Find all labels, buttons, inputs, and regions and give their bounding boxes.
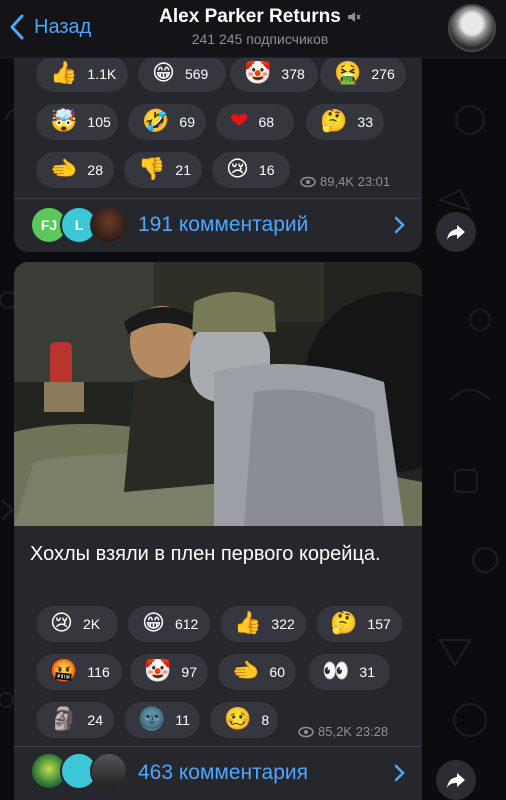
reaction-emoji: 🥴 (224, 707, 252, 732)
reaction-chip[interactable]: 🫲 28 (36, 152, 114, 188)
reaction-count: 68 (258, 114, 275, 130)
reaction-count: 16 (258, 162, 275, 178)
reaction-emoji: 🤔 (330, 611, 358, 636)
comments-count: 191 комментарий (138, 213, 309, 236)
reaction-chip[interactable]: 😁 569 (138, 56, 226, 92)
reaction-chip[interactable]: 🤔 157 (316, 606, 402, 642)
reaction-count: 569 (184, 66, 209, 82)
reaction-count: 33 (357, 114, 373, 130)
share-arrow-icon (447, 773, 465, 788)
reaction-count: 28 (87, 162, 103, 178)
eye-icon (298, 726, 314, 737)
eye-icon (300, 176, 316, 187)
reaction-emoji: 🤔 (320, 109, 348, 134)
reaction-count: 2K (82, 616, 101, 632)
reaction-emoji: 👎 (138, 157, 166, 182)
reaction-emoji: 🌚 (138, 707, 166, 732)
commenter-avatar (90, 752, 128, 790)
reaction-count: 276 (371, 66, 395, 82)
reaction-emoji: 😢 (50, 611, 73, 636)
reaction-chip[interactable]: 😁 612 (128, 606, 210, 642)
reaction-count: 612 (174, 616, 199, 632)
back-label: Назад (34, 15, 92, 38)
reaction-count: 21 (175, 162, 191, 178)
comments-button[interactable]: 463 комментария (14, 746, 422, 800)
photo-content (14, 262, 422, 526)
reaction-chip[interactable]: 🤡 378 (230, 56, 318, 92)
reaction-chip[interactable]: 🗿 24 (36, 702, 114, 738)
reaction-count: 8 (261, 712, 270, 728)
reaction-count: 24 (87, 712, 103, 728)
reaction-count: 322 (271, 616, 295, 632)
reaction-chip[interactable]: ❤ 68 (216, 104, 294, 140)
reaction-count: 116 (87, 664, 110, 680)
comments-button[interactable]: FJ L 191 комментарий (14, 198, 422, 252)
post-photo[interactable] (14, 262, 422, 526)
reaction-chip[interactable]: 🤬 116 (36, 654, 122, 690)
reaction-chip[interactable]: 🤣 69 (128, 104, 206, 140)
reaction-emoji: 😁 (142, 611, 165, 636)
post-meta: 89,4K 23:01 (300, 174, 390, 189)
reaction-emoji: 🤡 (144, 659, 172, 684)
back-button[interactable]: Назад (8, 14, 91, 40)
reaction-count: 69 (179, 114, 195, 130)
reaction-emoji: 🤬 (50, 659, 78, 684)
reaction-count: 97 (181, 664, 197, 680)
reaction-emoji: 😁 (152, 61, 175, 86)
reaction-count: 157 (367, 616, 391, 632)
views-time: 89,4K 23:01 (320, 174, 391, 189)
reaction-emoji: 👀 (322, 659, 350, 684)
reaction-chip[interactable]: 😢 2K (36, 606, 118, 642)
reaction-emoji: 🫲 (50, 157, 78, 182)
share-button[interactable] (436, 212, 476, 252)
share-button[interactable] (436, 760, 476, 800)
reaction-emoji: 🤡 (244, 61, 272, 86)
message-bubble: Хохлы взяли в плен первого корейца. 😢 2K … (14, 262, 422, 800)
reaction-chip[interactable]: 👍 1.1K (36, 56, 128, 92)
reaction-chip[interactable]: 👀 31 (308, 654, 390, 690)
avatar-initials: FJ (40, 217, 58, 233)
reaction-emoji: 👍 (50, 61, 78, 86)
reaction-count: 31 (359, 664, 375, 680)
comments-count: 463 комментария (138, 761, 308, 784)
reaction-chip[interactable]: 🤡 97 (130, 654, 208, 690)
reaction-chip[interactable]: 🥴 8 (210, 702, 278, 738)
reaction-count: 378 (281, 66, 305, 82)
reaction-chip[interactable]: 👎 21 (124, 152, 202, 188)
reaction-count: 1.1K (87, 66, 117, 82)
reaction-chip[interactable]: 🤔 33 (306, 104, 384, 140)
post-caption: Хохлы взяли в плен первого корейца. (30, 543, 381, 565)
subscriber-count: 241 245 подписчиков (191, 31, 329, 47)
reaction-chip[interactable]: 🤯 105 (36, 104, 118, 140)
reaction-emoji: 🫲 (232, 659, 260, 684)
channel-info[interactable]: Alex Parker Returns 241 245 подписчиков (120, 6, 400, 47)
views-time: 85,2K 23:28 (318, 724, 389, 739)
reaction-chip[interactable]: 🫲 60 (218, 654, 296, 690)
reaction-count: 11 (175, 712, 190, 728)
reaction-emoji: 🤮 (334, 61, 362, 86)
post-meta: 85,2K 23:28 (298, 724, 388, 739)
muted-speaker-icon (347, 12, 361, 22)
reaction-emoji: 😢 (226, 157, 249, 182)
reaction-emoji: 👍 (234, 611, 262, 636)
reaction-chip[interactable]: 😢 16 (212, 152, 290, 188)
reaction-emoji: 🤣 (142, 109, 170, 134)
reaction-chip[interactable]: 🌚 11 (124, 702, 200, 738)
reaction-chip[interactable]: 👍 322 (220, 606, 306, 642)
channel-name: Alex Parker Returns (159, 6, 341, 27)
reaction-chip[interactable]: 🤮 276 (320, 56, 406, 92)
share-arrow-icon (447, 225, 465, 240)
reaction-count: 105 (87, 114, 111, 130)
channel-avatar[interactable] (448, 4, 496, 52)
commenter-avatar (90, 206, 128, 244)
reaction-emoji: 🗿 (50, 707, 78, 732)
reaction-count: 60 (269, 664, 285, 680)
reaction-emoji: ❤ (230, 109, 249, 134)
reaction-emoji: 🤯 (50, 109, 78, 134)
avatar-initials: L (74, 217, 84, 233)
chevron-right-icon (394, 764, 405, 782)
chevron-left-icon (10, 14, 24, 40)
chat-header: Назад Alex Parker Returns 241 245 подпис… (0, 0, 506, 58)
chevron-right-icon (394, 216, 405, 234)
